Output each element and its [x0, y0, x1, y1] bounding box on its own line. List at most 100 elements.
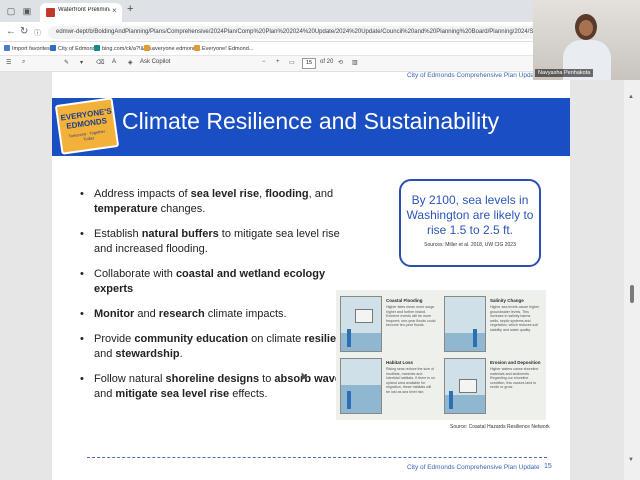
vertical-scrollbar[interactable]: ▲ ▼ — [624, 72, 640, 480]
draw-icon[interactable]: ✎ — [64, 59, 69, 66]
bullet-item: Provide community education on climate r… — [80, 332, 360, 362]
tab-list-icon[interactable]: ▣ — [22, 6, 32, 16]
sea-level-callout: By 2100, sea levels in Washington are li… — [399, 179, 541, 267]
page-header-footer: City of Edmonds Comprehensive Plan Updat… — [407, 72, 540, 79]
favorite-import[interactable]: Import favorites — [4, 45, 50, 52]
bullet-bold-text: temperature — [94, 203, 158, 215]
salinity-illustration — [444, 296, 486, 352]
hazard-erosion-deposition: Erosion and Deposition Higher waters cau… — [442, 356, 542, 416]
bullet-bold-text: Monitor — [94, 308, 135, 320]
erase-icon[interactable]: ⌫ — [96, 59, 104, 66]
footer-divider — [87, 457, 547, 458]
everyones-edmonds-logo: EVERYONE'S EDMONDS Tomorrow · Together ·… — [54, 97, 120, 155]
bullet-item: Establish natural buffers to mitigate se… — [80, 227, 360, 257]
hazard-description: Rising seas reduce the size of mudflats,… — [386, 367, 435, 394]
bullet-text: effects. — [229, 388, 268, 400]
bullet-item: Monitor and research climate impacts. — [80, 307, 360, 322]
callout-text: By 2100, sea levels in Washington are li… — [406, 193, 534, 237]
participant-name: Navyasha Penhakota — [535, 69, 594, 77]
copilot-icon[interactable]: ◈ — [128, 59, 133, 66]
import-icon — [4, 45, 10, 51]
hazard-title: Habitat Loss — [386, 360, 414, 365]
habitat-illustration — [340, 358, 382, 414]
participant-video: Navyasha Penhakota — [533, 0, 640, 80]
bullet-item: Follow natural shoreline designs to abso… — [80, 372, 360, 402]
bullet-item: Collaborate with coastal and wetland eco… — [80, 267, 360, 297]
callout-source: Sources: Miller et al. 2018, UW CIG 2023 — [424, 242, 516, 248]
scroll-thumb[interactable] — [630, 285, 634, 303]
participant-face — [579, 20, 593, 36]
favorite-city-of-edmonds[interactable]: City of Edmonds — [50, 45, 98, 52]
bullet-text: on climate — [248, 333, 305, 345]
hazard-coastal-flooding: Coastal Flooding Higher tides mean more … — [338, 294, 438, 354]
hazard-description: Higher sea levels cause higher groundwat… — [490, 305, 540, 332]
url-field[interactable]: edmwr-dept/b/BoldingAndPlanning/Plans/Co… — [48, 26, 538, 39]
hazard-salinity-change: Salinity Change Higher sea levels cause … — [442, 294, 542, 354]
zoom-in-button[interactable]: + — [276, 59, 280, 65]
bullet-item: Address impacts of sea level rise, flood… — [80, 187, 360, 217]
bullet-text: Follow natural — [94, 373, 166, 385]
favorite-everyone-edmonds-2[interactable]: Everyone! Edmond... — [194, 45, 253, 52]
tab-actions-icon[interactable]: ▢ — [6, 6, 16, 16]
page-footer: City of Edmonds Comprehensive Plan Updat… — [407, 464, 540, 471]
hazard-title: Coastal Flooding — [386, 298, 423, 303]
edmonds-icon — [144, 45, 150, 51]
bullet-bold-text: shoreline designs — [165, 373, 260, 385]
bullet-list: Address impacts of sea level rise, flood… — [80, 187, 360, 402]
erosion-illustration — [444, 358, 486, 414]
bullet-text: Collaborate with — [94, 268, 176, 280]
hazard-source: Source: Coastal Hazards Resilience Netwo… — [450, 424, 550, 430]
bullet-bold-text: flooding — [265, 188, 309, 200]
new-tab-button[interactable]: + — [127, 3, 133, 15]
bullet-text: Establish — [94, 228, 142, 240]
scroll-down-icon[interactable]: ▼ — [628, 457, 634, 463]
favorite-label: City of Edmonds — [58, 46, 99, 52]
info-icon[interactable]: ⓘ — [34, 28, 41, 40]
contents-icon[interactable]: ☰ — [6, 59, 11, 66]
text-icon[interactable]: A — [112, 59, 116, 65]
bullet-bold-text: community education — [134, 333, 249, 345]
back-icon[interactable]: ← — [6, 26, 16, 38]
pdf-icon — [46, 8, 55, 17]
scroll-up-icon[interactable]: ▲ — [628, 94, 634, 100]
page-number-input[interactable]: 15 — [302, 58, 316, 69]
slide-banner: EVERYONE'S EDMONDS Tomorrow · Together ·… — [52, 97, 570, 156]
bing-icon — [94, 45, 100, 51]
bullet-text: Provide — [94, 333, 135, 345]
search-icon[interactable]: ⌕ — [22, 59, 25, 66]
bullet-bold-text: mitigate sea level rise — [115, 388, 230, 400]
edmonds-icon — [194, 45, 200, 51]
bullet-text: , and — [308, 188, 334, 200]
hazard-description: Higher tides mean more surge higher and … — [386, 305, 436, 327]
hazard-title: Salinity Change — [490, 298, 524, 303]
bullet-bold-text: sea level rise — [190, 188, 260, 200]
flooding-illustration — [340, 296, 382, 352]
rotate-icon[interactable]: ⟲ — [338, 59, 343, 66]
favorite-label: Import favorites — [12, 46, 50, 52]
bullet-text: to — [259, 373, 275, 385]
fit-page-icon[interactable]: ▭ — [289, 59, 295, 66]
zoom-out-button[interactable]: − — [262, 59, 266, 65]
close-tab-icon[interactable]: × — [112, 6, 117, 15]
coastal-hazards-graphic: Coastal Flooding Higher tides mean more … — [336, 290, 546, 420]
browser-tab[interactable]: Waterfront Preliminary Commun... × — [40, 3, 122, 22]
bullet-bold-text: research — [158, 308, 205, 320]
bullet-text: and — [94, 388, 116, 400]
pdf-viewer: City of Edmonds Comprehensive Plan Updat… — [0, 72, 624, 480]
bullet-text: climate impacts. — [204, 308, 287, 320]
hazard-title: Erosion and Deposition — [490, 360, 541, 365]
ask-copilot-button[interactable]: Ask Copilot — [140, 59, 170, 65]
page-total: of 20 — [320, 59, 334, 65]
bullet-text: and — [94, 348, 116, 360]
bullet-text: and — [134, 308, 159, 320]
slide-page-number: 15 — [544, 463, 552, 470]
pdf-page: City of Edmonds Comprehensive Plan Updat… — [52, 72, 570, 480]
hazard-habitat-loss: Habitat Loss Rising seas reduce the size… — [338, 356, 438, 416]
city-icon — [50, 45, 56, 51]
highlight-icon[interactable]: ▾ — [80, 59, 83, 66]
page-view-icon[interactable]: ▥ — [352, 59, 358, 66]
refresh-icon[interactable]: ↻ — [20, 26, 28, 38]
hazard-description: Higher waters cause shoreline materials … — [490, 367, 539, 389]
slide-title: Climate Resilience and Sustainability — [122, 108, 500, 134]
bullet-bold-text: stewardship — [115, 348, 180, 360]
